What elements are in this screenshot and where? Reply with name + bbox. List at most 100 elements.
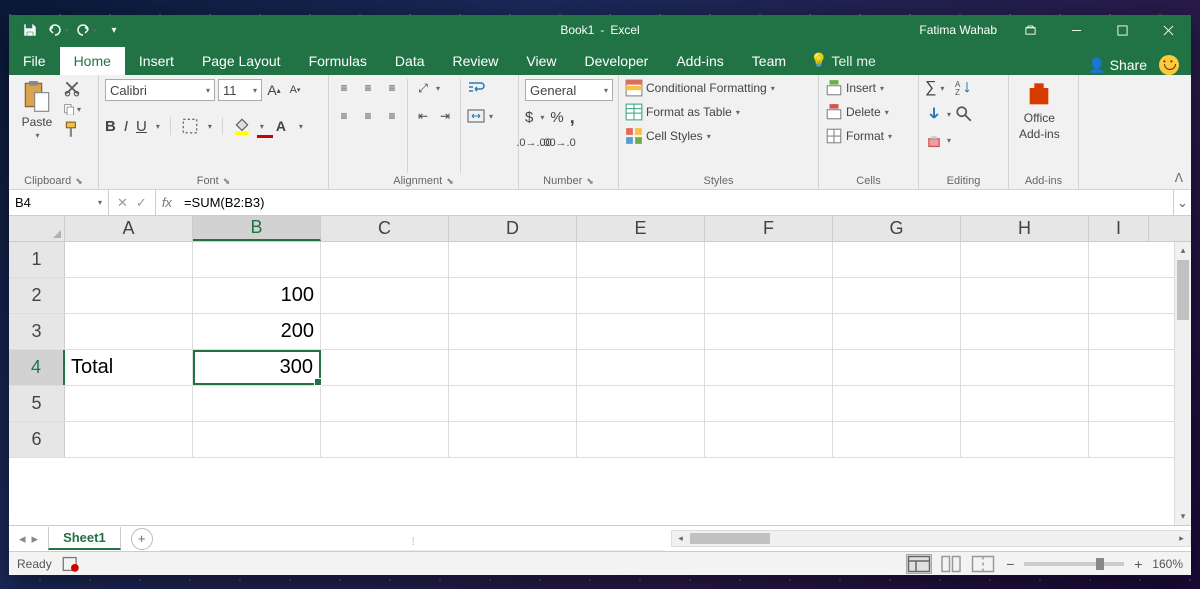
- dialog-launcher-icon[interactable]: ⬊: [75, 176, 83, 187]
- font-size-combo[interactable]: 11▾: [218, 79, 262, 101]
- cell-E3[interactable]: [577, 314, 705, 349]
- sheet-tab-sheet1[interactable]: Sheet1: [48, 527, 121, 550]
- fill-color-icon[interactable]: [233, 117, 251, 135]
- increase-font-icon[interactable]: A▴: [265, 81, 283, 99]
- cell-F6[interactable]: [705, 422, 833, 457]
- sort-filter-icon[interactable]: AZ: [955, 79, 973, 97]
- row-header-4[interactable]: 4: [9, 350, 65, 385]
- col-header-E[interactable]: E: [577, 216, 705, 241]
- cell-A2[interactable]: [65, 278, 193, 313]
- new-sheet-button[interactable]: +: [131, 528, 153, 550]
- cell-D2[interactable]: [449, 278, 577, 313]
- row-header-2[interactable]: 2: [9, 278, 65, 313]
- row-header-1[interactable]: 1: [9, 242, 65, 277]
- underline-button[interactable]: U: [136, 118, 147, 135]
- cell-H3[interactable]: [961, 314, 1089, 349]
- qat-customize-icon[interactable]: ▾: [101, 17, 127, 43]
- col-header-F[interactable]: F: [705, 216, 833, 241]
- cell-E1[interactable]: [577, 242, 705, 277]
- tab-insert[interactable]: Insert: [125, 47, 188, 75]
- cell-C2[interactable]: [321, 278, 449, 313]
- formula-bar[interactable]: =SUM(B2:B3): [178, 190, 1173, 215]
- decrease-font-icon[interactable]: A▾: [286, 81, 304, 99]
- decrease-decimal-icon[interactable]: .00→.0: [549, 134, 567, 152]
- fx-icon[interactable]: fx: [156, 190, 178, 215]
- zoom-slider[interactable]: [1024, 562, 1124, 566]
- undo-icon[interactable]: ▾: [45, 17, 71, 43]
- enter-formula-icon[interactable]: ✓: [136, 195, 147, 211]
- format-cells-button[interactable]: Format▾: [825, 127, 892, 145]
- cell-E4[interactable]: [577, 350, 705, 385]
- minimize-icon[interactable]: [1053, 15, 1099, 45]
- percent-format-icon[interactable]: %: [550, 109, 563, 126]
- tab-formulas[interactable]: Formulas: [295, 47, 381, 75]
- cell-H4[interactable]: [961, 350, 1089, 385]
- collapse-ribbon-icon[interactable]: ᐱ: [1175, 171, 1183, 185]
- col-header-D[interactable]: D: [449, 216, 577, 241]
- feedback-smiley-icon[interactable]: [1159, 55, 1179, 75]
- cell-B5[interactable]: [193, 386, 321, 421]
- col-header-C[interactable]: C: [321, 216, 449, 241]
- delete-cells-button[interactable]: Delete▾: [825, 103, 889, 121]
- cell-F5[interactable]: [705, 386, 833, 421]
- tab-file[interactable]: File: [9, 47, 60, 75]
- orientation-icon[interactable]: ⤢: [414, 79, 432, 97]
- cell-B1[interactable]: [193, 242, 321, 277]
- select-all-corner[interactable]: [9, 216, 65, 241]
- cell-B3[interactable]: 200: [193, 314, 321, 349]
- tab-review[interactable]: Review: [439, 47, 513, 75]
- share-button[interactable]: 👤 Share: [1088, 57, 1147, 74]
- zoom-level[interactable]: 160%: [1152, 557, 1183, 571]
- insert-cells-button[interactable]: Insert▾: [825, 79, 884, 97]
- align-top-icon[interactable]: ≡: [335, 79, 353, 97]
- format-as-table-button[interactable]: Format as Table▾: [625, 103, 740, 121]
- col-header-H[interactable]: H: [961, 216, 1089, 241]
- cell-G6[interactable]: [833, 422, 961, 457]
- cell-B4[interactable]: 300: [193, 350, 321, 385]
- tab-view[interactable]: View: [512, 47, 570, 75]
- expand-formula-bar-icon[interactable]: ⌄: [1173, 190, 1191, 215]
- font-color-icon[interactable]: A: [272, 117, 290, 135]
- office-addins-button[interactable]: Office Add-ins: [1015, 79, 1064, 143]
- cell-B6[interactable]: [193, 422, 321, 457]
- align-center-icon[interactable]: ≡: [359, 107, 377, 125]
- cell-F2[interactable]: [705, 278, 833, 313]
- macro-record-icon[interactable]: [62, 555, 80, 573]
- close-icon[interactable]: [1145, 15, 1191, 45]
- decrease-indent-icon[interactable]: ⇤: [414, 107, 432, 125]
- format-painter-icon[interactable]: [63, 121, 81, 139]
- zoom-in-button[interactable]: +: [1130, 556, 1146, 572]
- number-format-combo[interactable]: General▾: [525, 79, 613, 101]
- cell-A4[interactable]: Total: [65, 350, 193, 385]
- autosum-icon[interactable]: ∑: [925, 79, 936, 97]
- col-header-I[interactable]: I: [1089, 216, 1149, 241]
- col-header-B[interactable]: B: [193, 216, 321, 241]
- cell-E2[interactable]: [577, 278, 705, 313]
- tab-developer[interactable]: Developer: [571, 47, 663, 75]
- col-header-A[interactable]: A: [65, 216, 193, 241]
- cell-C1[interactable]: [321, 242, 449, 277]
- tab-data[interactable]: Data: [381, 47, 439, 75]
- normal-view-icon[interactable]: [906, 554, 932, 574]
- cell-E5[interactable]: [577, 386, 705, 421]
- comma-format-icon[interactable]: ,: [570, 107, 575, 128]
- italic-button[interactable]: I: [124, 118, 128, 135]
- cell-F1[interactable]: [705, 242, 833, 277]
- cell-F4[interactable]: [705, 350, 833, 385]
- dialog-launcher-icon[interactable]: ⬊: [586, 176, 594, 187]
- save-icon[interactable]: [17, 17, 43, 43]
- tab-page-layout[interactable]: Page Layout: [188, 47, 295, 75]
- cell-G2[interactable]: [833, 278, 961, 313]
- cell-D5[interactable]: [449, 386, 577, 421]
- increase-indent-icon[interactable]: ⇥: [436, 107, 454, 125]
- paste-button[interactable]: Paste ▾: [15, 79, 59, 142]
- cell-A3[interactable]: [65, 314, 193, 349]
- name-box[interactable]: B4▾: [9, 190, 109, 215]
- cell-styles-button[interactable]: Cell Styles▾: [625, 127, 711, 145]
- align-right-icon[interactable]: ≡: [383, 107, 401, 125]
- cell-G4[interactable]: [833, 350, 961, 385]
- sheet-nav-arrows[interactable]: ◂▸: [9, 531, 48, 547]
- tab-team[interactable]: Team: [738, 47, 800, 75]
- cell-H2[interactable]: [961, 278, 1089, 313]
- row-header-6[interactable]: 6: [9, 422, 65, 457]
